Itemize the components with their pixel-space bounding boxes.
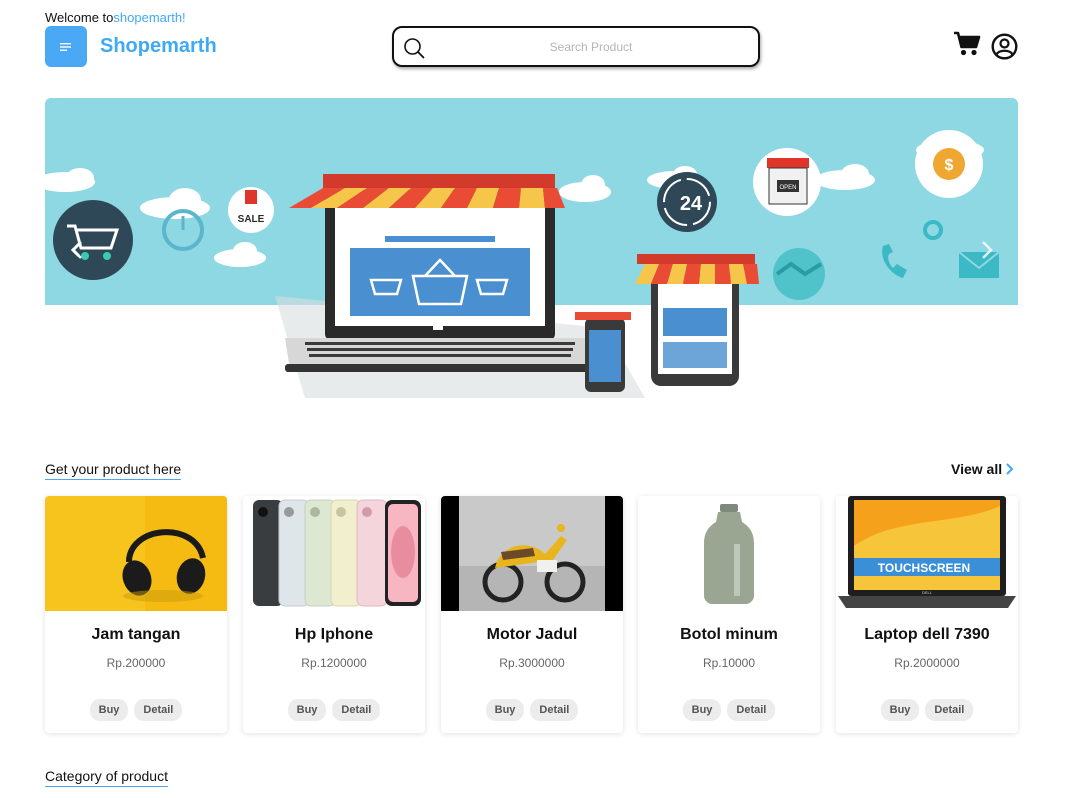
product-title: Motor Jadul (486, 626, 578, 643)
buy-button[interactable]: Buy (287, 699, 327, 721)
view-all-link[interactable]: View all (951, 461, 1014, 477)
shop-open-icon: OPEN (753, 148, 821, 216)
coin-icon: $ (915, 130, 983, 198)
product-card[interactable]: Motor Jadul Rp.3000000 Buy Detail (441, 496, 623, 733)
handshake-icon (773, 248, 825, 300)
product-title: Jam tangan (91, 626, 181, 643)
buy-button[interactable]: Buy (89, 699, 129, 721)
banner-illustration: SALE 24 OPEN $ (45, 130, 1000, 398)
detail-button[interactable]: Detail (925, 699, 974, 721)
product-image-headphones (45, 496, 227, 611)
cart-badge-icon (53, 200, 133, 280)
detail-button[interactable]: Detail (530, 699, 579, 721)
cart-icon[interactable] (953, 31, 981, 57)
chevron-right-icon (1006, 463, 1014, 475)
products-section-title: Get your product here (45, 461, 182, 480)
sale-badge-label: SALE (238, 214, 265, 225)
product-card[interactable]: Jam tangan Rp.200000 Buy Detail (45, 496, 227, 733)
tablet-storefront (575, 254, 759, 392)
menu-icon (60, 42, 71, 51)
clock-icon (162, 209, 204, 251)
product-price: Rp.3000000 (499, 656, 565, 670)
sale-badge-icon: SALE (228, 187, 274, 233)
welcome-text: Welcome toshopemarth! (45, 10, 186, 25)
support-24-label: 24 (680, 193, 703, 215)
laptop-image-text: TOUCHSCREEN (878, 561, 970, 575)
mail-icon (958, 251, 1000, 278)
gear-icon (923, 220, 943, 240)
menu-button[interactable] (45, 26, 87, 67)
product-price: Rp.1200000 (301, 656, 367, 670)
brand-name[interactable]: Shopemarth (100, 35, 217, 58)
detail-button[interactable]: Detail (332, 699, 381, 721)
product-card[interactable]: Botol minum Rp.10000 Buy Detail (638, 496, 820, 733)
product-card[interactable]: Hp Iphone Rp.1200000 Buy Detail (243, 496, 425, 733)
buy-button[interactable]: Buy (880, 699, 920, 721)
user-account-icon[interactable] (991, 33, 1018, 60)
view-all-label: View all (951, 461, 1003, 477)
product-price: Rp.2000000 (894, 656, 960, 670)
shop-open-sign: OPEN (779, 185, 796, 191)
category-section-title: Category of product (45, 768, 168, 787)
product-title: Botol minum (680, 626, 778, 643)
support-24-icon: 24 (657, 172, 717, 232)
product-image-laptop: TOUCHSCREEN DELL (836, 496, 1018, 611)
product-image-iphones (243, 496, 425, 611)
product-title: Hp Iphone (294, 626, 374, 643)
welcome-brand: shopemarth! (113, 10, 186, 25)
product-image-motorbike (441, 496, 623, 611)
product-title: Laptop dell 7390 (864, 626, 990, 643)
search-input[interactable] (434, 32, 748, 61)
buy-button[interactable]: Buy (682, 699, 722, 721)
welcome-prefix: Welcome to (45, 10, 114, 25)
laptop-image-brand: DELL (922, 590, 933, 595)
search-bar[interactable] (392, 26, 760, 67)
product-price: Rp.10000 (702, 656, 756, 670)
phone-icon (882, 244, 907, 278)
product-card[interactable]: TOUCHSCREEN DELL Laptop dell 7390 Rp.200… (836, 496, 1018, 733)
buy-button[interactable]: Buy (485, 699, 525, 721)
search-icon[interactable] (403, 37, 425, 59)
detail-button[interactable]: Detail (727, 699, 776, 721)
laptop-storefront (285, 174, 595, 372)
detail-button[interactable]: Detail (134, 699, 183, 721)
product-image-bottle (638, 496, 820, 611)
coin-symbol: $ (945, 157, 954, 174)
hero-banner: SALE 24 OPEN $ (45, 98, 1018, 400)
product-price: Rp.200000 (106, 656, 166, 670)
